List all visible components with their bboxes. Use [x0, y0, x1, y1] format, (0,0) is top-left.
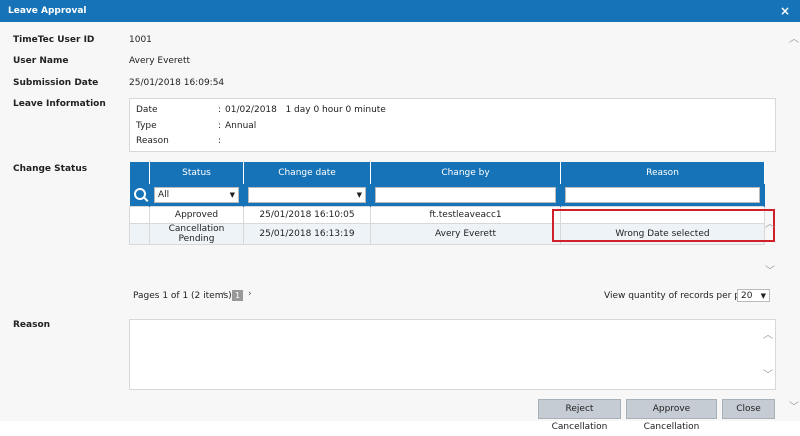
- colon: :: [218, 105, 222, 115]
- leave-info-type-value: Annual: [225, 121, 257, 131]
- reject-cancellation-button[interactable]: Reject Cancellation: [538, 399, 621, 432]
- reason-filter-input[interactable]: [565, 187, 760, 203]
- change-date-cell: 25/01/2018 16:13:19: [243, 223, 371, 245]
- chevron-down-icon[interactable]: ▼: [357, 188, 362, 202]
- grid-scroll-down-icon[interactable]: ﹀: [765, 262, 775, 277]
- grid-scroll-up-icon[interactable]: ︿: [765, 215, 775, 230]
- reason-label: Reason: [13, 320, 51, 330]
- colon: :: [218, 121, 222, 131]
- user-name-label: User Name: [13, 56, 69, 66]
- dialog-title: Leave Approval: [8, 6, 87, 16]
- status-filter-select[interactable]: All ▼: [154, 187, 239, 203]
- submission-date-value: 25/01/2018 16:09:54: [129, 78, 225, 88]
- approve-cancellation-button[interactable]: Approve Cancellation: [626, 399, 717, 432]
- current-page-button[interactable]: 1: [232, 290, 243, 301]
- change-date-cell: 25/01/2018 16:10:05: [243, 206, 371, 224]
- status-cell: Approved: [149, 206, 244, 224]
- leave-info-date-value: 01/02/2018 1 day 0 hour 0 minute: [225, 105, 386, 115]
- leave-approval-dialog: Leave Approval × TimeTec User ID 1001 Us…: [0, 0, 800, 432]
- reason-textarea[interactable]: ︿ ﹀: [129, 319, 776, 390]
- grid-filter-row: All ▼ ▼: [129, 184, 765, 207]
- leave-info-date-row: Date : 01/02/2018 1 day 0 hour 0 minute: [136, 105, 386, 115]
- column-header-status[interactable]: Status: [149, 162, 244, 184]
- status-cell: Cancellation Pending: [149, 223, 244, 245]
- reason-highlight-box: [552, 209, 775, 242]
- prev-page-icon[interactable]: ‹: [222, 289, 226, 299]
- close-icon[interactable]: ×: [780, 4, 790, 18]
- colon: :: [218, 136, 222, 146]
- per-page-select[interactable]: 20 ▼: [737, 289, 770, 302]
- column-header-change-by[interactable]: Change by: [370, 162, 561, 184]
- grid-header-spacer: [129, 162, 150, 184]
- search-icon[interactable]: [133, 187, 146, 200]
- leave-info-reason-row: Reason :: [136, 136, 221, 146]
- leave-info-label: Leave Information: [13, 99, 106, 109]
- leave-info-type-label: Type: [136, 121, 157, 131]
- column-header-change-date[interactable]: Change date: [243, 162, 371, 184]
- change-by-cell: ft.testleaveacc1: [370, 206, 561, 224]
- dialog-scroll-down-icon[interactable]: ﹀: [789, 398, 799, 413]
- next-page-icon[interactable]: ›: [248, 289, 252, 299]
- column-header-reason[interactable]: Reason: [560, 162, 765, 184]
- leave-info-reason-label: Reason: [136, 136, 169, 146]
- user-id-value: 1001: [129, 35, 152, 45]
- chevron-down-icon[interactable]: ▼: [761, 290, 766, 303]
- close-button[interactable]: Close: [722, 399, 775, 419]
- change-by-cell: Avery Everett: [370, 223, 561, 245]
- change-date-filter-select[interactable]: ▼: [248, 187, 366, 203]
- change-by-filter-input[interactable]: [375, 187, 556, 203]
- submission-date-label: Submission Date: [13, 78, 99, 88]
- chevron-down-icon[interactable]: ▼: [230, 188, 235, 202]
- grid-header-row: Status Change date Change by Reason: [129, 162, 765, 184]
- per-page-value: 20: [741, 291, 753, 301]
- status-filter-value: All: [158, 190, 170, 200]
- textarea-scroll-up-icon[interactable]: ︿: [763, 326, 773, 341]
- dialog-scrollbar[interactable]: ︿ ﹀: [788, 22, 800, 421]
- user-name-value: Avery Everett: [129, 56, 191, 66]
- leave-info-date-label: Date: [136, 105, 158, 115]
- leave-info-box: Date : 01/02/2018 1 day 0 hour 0 minute …: [129, 98, 776, 152]
- title-bar: Leave Approval ×: [0, 0, 800, 22]
- textarea-scroll-down-icon[interactable]: ﹀: [763, 366, 773, 381]
- change-status-label: Change Status: [13, 164, 88, 174]
- per-page-label: View quantity of records per page: [604, 291, 757, 301]
- dialog-scroll-up-icon[interactable]: ︿: [789, 30, 799, 45]
- pager-summary: Pages 1 of 1 (2 items): [133, 291, 232, 301]
- leave-info-type-row: Type : Annual: [136, 121, 256, 131]
- user-id-label: TimeTec User ID: [13, 35, 95, 45]
